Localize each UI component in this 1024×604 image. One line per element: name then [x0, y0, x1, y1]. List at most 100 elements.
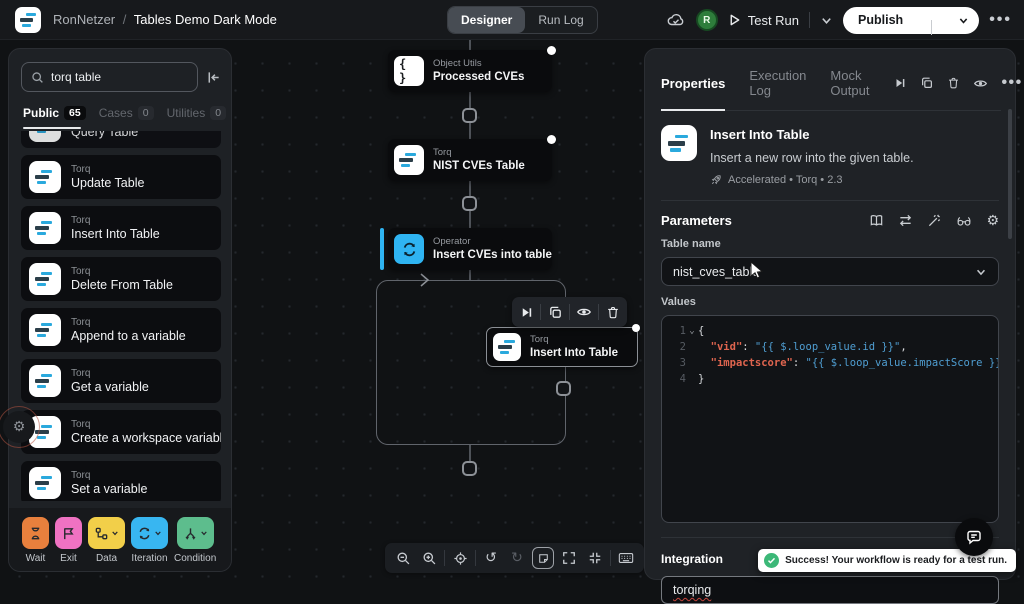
eye-icon[interactable] [973, 76, 988, 91]
chat-bubble-icon [965, 528, 983, 546]
list-item[interactable]: Torq Get a variable [21, 359, 221, 403]
fit-icon[interactable] [582, 543, 608, 573]
swap-icon[interactable] [898, 213, 913, 228]
list-item[interactable]: Torq Insert Into Table [21, 206, 221, 250]
search-value: torq table [51, 70, 101, 84]
torq-icon [29, 212, 61, 244]
code-line: 2 "vid": "{{ $.loop_value.id }}", [670, 339, 990, 355]
keyboard-icon[interactable] [613, 543, 639, 573]
search-input[interactable]: torq table [21, 62, 198, 92]
count-badge: 0 [210, 106, 226, 120]
action-palette-sidebar: torq table Public65 Cases0 Utilities0 Cu… [8, 48, 232, 572]
tab-run-log[interactable]: Run Log [525, 7, 596, 33]
table-name-label: Table name [661, 238, 999, 250]
zoom-out-icon[interactable] [390, 543, 416, 573]
quick-action-iteration[interactable]: Iteration [131, 517, 168, 564]
torq-icon [493, 333, 521, 361]
list-item[interactable]: Torq Create a workspace variable [21, 410, 221, 454]
list-item[interactable]: Torq Delete From Table [21, 257, 221, 301]
item-vendor: Torq [71, 368, 149, 380]
tab-public[interactable]: Public65 [23, 106, 86, 120]
gear-icon[interactable]: ⚙ [986, 214, 999, 228]
code-line: 3 "impactscore": "{{ $.loop_value.impact… [670, 355, 990, 371]
edge-connector[interactable] [462, 196, 477, 211]
torq-logo-icon[interactable] [15, 7, 41, 33]
node-processed-cves[interactable]: { } Object Utils Processed CVEs [388, 50, 552, 92]
iteration-icon [137, 526, 152, 541]
tab-properties[interactable]: Properties [661, 76, 725, 91]
tab-designer[interactable]: Designer [448, 7, 525, 33]
undo-icon[interactable]: ↺ [478, 543, 504, 573]
more-icon[interactable]: ••• [989, 11, 1012, 29]
table-name-select[interactable]: nist_cves_table [661, 257, 999, 286]
item-name: Get a variable [71, 380, 149, 395]
output-port[interactable] [547, 46, 556, 55]
integration-input[interactable]: torqing [661, 576, 999, 604]
tab-cases[interactable]: Cases0 [99, 106, 154, 120]
duplicate-icon[interactable] [541, 297, 569, 327]
test-run-button[interactable]: Test Run [728, 13, 799, 28]
list-item[interactable]: Torq Query Table [21, 131, 221, 148]
node-insert-cves-loop[interactable]: Operator Insert CVEs into table [388, 228, 552, 270]
note-tool-icon[interactable] [530, 543, 556, 573]
feedback-chat-button[interactable] [955, 518, 993, 556]
panel-node-meta: Accelerated • Torq • 2.3 [710, 174, 914, 186]
output-port[interactable] [547, 135, 556, 144]
avatar[interactable]: R [696, 9, 718, 31]
divider [661, 537, 999, 538]
mouse-cursor [750, 261, 764, 280]
item-vendor: Torq [71, 419, 221, 431]
node-insert-into-table[interactable]: Torq Insert Into Table [486, 327, 638, 367]
skip-to-end-icon[interactable] [893, 76, 907, 90]
eye-icon[interactable] [570, 297, 598, 327]
quick-action-condition[interactable]: Condition [174, 517, 216, 564]
gear-icon: ⚙ [13, 420, 26, 434]
edge-connector[interactable] [556, 381, 571, 396]
output-port[interactable] [632, 324, 640, 332]
trash-icon[interactable] [947, 76, 960, 90]
collapse-sidebar-icon[interactable] [206, 70, 221, 85]
item-vendor: Torq [71, 317, 186, 329]
node-name: Processed CVEs [433, 70, 524, 84]
values-code-editor[interactable]: 1⌄{2 "vid": "{{ $.loop_value.id }}",3 "i… [661, 315, 999, 523]
trash-icon[interactable] [599, 297, 627, 327]
tab-utilities[interactable]: Utilities0 [167, 106, 227, 120]
publish-button[interactable]: Publish [843, 7, 979, 34]
page-title: Tables Demo Dark Mode [134, 12, 277, 27]
edge-connector[interactable] [462, 108, 477, 123]
target-icon[interactable] [447, 543, 473, 573]
item-name: Query Table [71, 131, 138, 140]
expand-icon[interactable] [556, 543, 582, 573]
torq-icon [29, 161, 61, 193]
quick-action-wait[interactable]: Wait [22, 517, 49, 564]
skip-to-end-icon[interactable] [512, 297, 540, 327]
tab-execution-log[interactable]: Execution Log [749, 68, 806, 98]
zoom-in-icon[interactable] [416, 543, 442, 573]
list-item[interactable]: Torq Set a variable [21, 461, 221, 501]
edge-connector[interactable] [462, 461, 477, 476]
settings-fab[interactable]: ⚙ [0, 406, 40, 448]
book-icon[interactable] [869, 213, 884, 228]
quick-actions-bar: Wait Exit Data Iteration [9, 508, 231, 571]
panel-scrollbar[interactable] [1008, 109, 1012, 239]
more-icon[interactable]: ••• [1001, 74, 1022, 92]
quick-action-exit[interactable]: Exit [55, 517, 82, 564]
wand-icon[interactable] [927, 213, 942, 228]
integration-value: torqing [673, 583, 711, 597]
quick-action-data[interactable]: Data [88, 517, 125, 564]
search-icon [31, 71, 44, 84]
duplicate-icon[interactable] [920, 76, 934, 90]
publish-chevron-icon[interactable] [948, 15, 979, 26]
chevron-down-icon [111, 529, 119, 537]
chevron-down-icon[interactable] [820, 14, 833, 27]
tab-mock-output[interactable]: Mock Output [830, 68, 869, 98]
active-tab-underline [661, 109, 725, 111]
selection-bar [380, 228, 384, 270]
node-nist-cves-table[interactable]: Torq NIST CVEs Table [388, 139, 552, 181]
redo-icon[interactable]: ↻ [504, 543, 530, 573]
list-item[interactable]: Torq Update Table [21, 155, 221, 199]
glasses-icon[interactable] [956, 213, 972, 228]
cloud-sync-icon[interactable] [666, 11, 686, 29]
breadcrumb-owner[interactable]: RonNetzer [53, 12, 115, 27]
list-item[interactable]: Torq Append to a variable [21, 308, 221, 352]
